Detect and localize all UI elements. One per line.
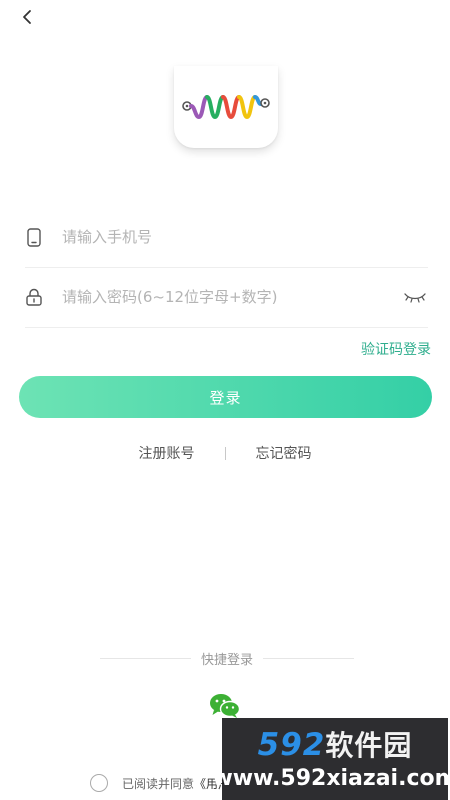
sms-login-link[interactable]: 验证码登录 [361, 339, 431, 359]
chevron-left-icon [23, 10, 31, 24]
password-toggle-button[interactable] [402, 287, 428, 307]
register-link[interactable]: 注册账号 [139, 443, 195, 463]
wechat-icon [210, 694, 241, 718]
forgot-password-link[interactable]: 忘记密码 [256, 443, 312, 463]
watermark-brand: 软件园 [325, 728, 413, 762]
quick-login-right-line [263, 657, 355, 659]
back-button[interactable] [14, 4, 40, 30]
wave-logo-icon [182, 95, 270, 120]
wechat-login-button[interactable] [209, 693, 241, 719]
phone-input[interactable] [62, 228, 428, 246]
account-links: 注册账号 忘记密码 [0, 443, 450, 463]
watermark-title: 592软件园 [258, 726, 413, 765]
quick-login-left-line [100, 657, 191, 659]
link-divider [224, 446, 226, 460]
agreement-radio[interactable] [90, 774, 108, 792]
phone-icon [25, 227, 43, 247]
agreement-row: 已阅读并同意 《用户 [90, 772, 230, 794]
quick-login-label: 快捷登录 [201, 652, 254, 668]
password-input[interactable] [62, 288, 402, 306]
watermark-number: 592 [257, 726, 326, 763]
phone-field-row [25, 207, 428, 268]
agreement-prefix: 已阅读并同意 [122, 776, 195, 791]
password-field-row [25, 267, 428, 328]
login-screen: 验证码登录 登录 注册账号 忘记密码 快捷登录 已阅读并同意 《用户 [0, 0, 450, 800]
site-watermark: 592软件园 www.592xiazai.com [212, 718, 450, 800]
quick-login-title: 快捷登录 [100, 648, 355, 668]
login-button[interactable]: 登录 [19, 376, 432, 418]
eye-closed-icon [404, 293, 426, 303]
app-logo [174, 66, 278, 148]
watermark-url: www.592xiazai.com [212, 765, 450, 791]
lock-icon [25, 287, 43, 307]
